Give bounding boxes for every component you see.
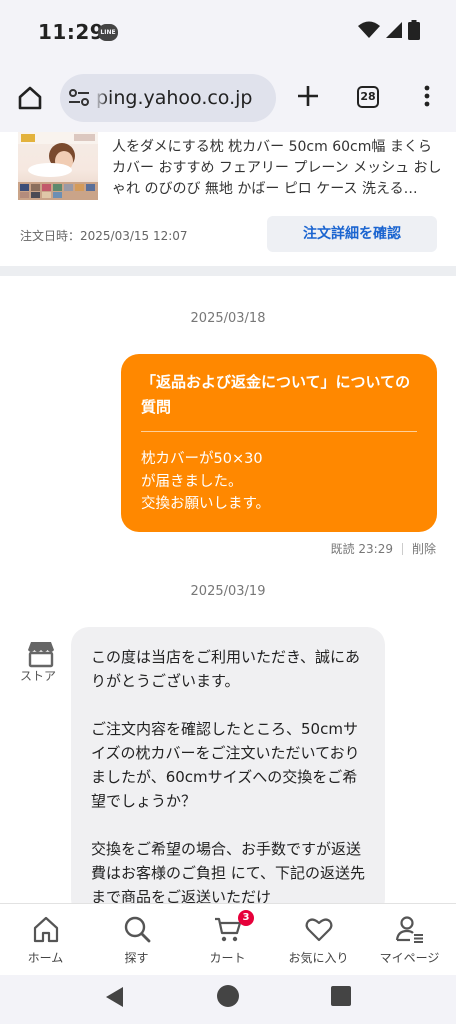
cart-badge: 3 bbox=[238, 910, 254, 926]
url-text: ping.yahoo.co.jp bbox=[96, 87, 253, 109]
order-detail-button[interactable]: 注文詳細を確認 bbox=[267, 216, 437, 252]
nav-cart-label: カート bbox=[209, 951, 246, 965]
status-icons bbox=[358, 20, 420, 40]
outgoing-message-bubble: 「返品および返金について」についての質問 枕カバーが50×30 が届きました。 … bbox=[121, 354, 437, 532]
browser-home-icon[interactable] bbox=[16, 84, 44, 112]
wifi-icon bbox=[358, 21, 380, 38]
bottom-navigation: ホーム 探す 3 カート お気に入り マイページ bbox=[0, 903, 456, 975]
browser-toolbar: ping.yahoo.co.jp 28 bbox=[0, 62, 456, 132]
meta-separator bbox=[401, 542, 403, 555]
cell-signal-icon bbox=[386, 22, 402, 38]
store-label: ストア bbox=[20, 669, 57, 683]
section-divider bbox=[0, 266, 456, 276]
nav-mypage-label: マイページ bbox=[379, 951, 440, 965]
status-bar: 11:29 LINE bbox=[0, 0, 456, 62]
bubble-divider bbox=[141, 431, 417, 432]
line-notification-icon: LINE bbox=[98, 24, 118, 41]
read-status: 既読 23:29 bbox=[330, 542, 393, 556]
nav-favorites[interactable]: お気に入り bbox=[273, 904, 364, 976]
nav-cart[interactable]: 3 カート bbox=[182, 904, 273, 976]
nav-home[interactable]: ホーム bbox=[0, 904, 91, 976]
nav-search-label: 探す bbox=[124, 951, 149, 965]
battery-icon bbox=[408, 20, 420, 40]
outgoing-message-body: 枕カバーが50×30 が届きました。 交換お願いします。 bbox=[141, 448, 421, 516]
home-circle-icon[interactable] bbox=[216, 984, 240, 1008]
outgoing-message-title: 「返品および返金について」についての質問 bbox=[141, 373, 411, 416]
product-image-icon bbox=[18, 132, 98, 200]
incoming-message-body: この度は当店をご利用いただき、誠にありがとうございます。 ご注文内容を確認したと… bbox=[91, 648, 366, 906]
status-time: 11:29 bbox=[38, 20, 105, 44]
back-icon[interactable] bbox=[104, 986, 124, 1008]
nav-home-label: ホーム bbox=[27, 951, 64, 965]
tab-switcher-button[interactable]: 28 bbox=[357, 86, 379, 108]
recents-icon[interactable] bbox=[331, 986, 351, 1006]
message-meta: 既読 23:29 削除 bbox=[331, 540, 436, 557]
product-thumbnail[interactable] bbox=[18, 132, 98, 200]
site-settings-icon[interactable] bbox=[68, 88, 90, 108]
date-separator: 2025/03/19 bbox=[190, 584, 266, 599]
incoming-message-bubble: この度は当店をご利用いただき、誠にありがとうございます。 ご注文内容を確認したと… bbox=[71, 627, 385, 917]
order-date: 注文日時：2025/03/15 12:07 bbox=[20, 229, 188, 243]
address-bar[interactable]: ping.yahoo.co.jp bbox=[60, 74, 276, 122]
new-tab-icon[interactable] bbox=[296, 84, 320, 108]
delete-link[interactable]: 削除 bbox=[412, 540, 436, 557]
system-navigation-bar bbox=[0, 975, 456, 1024]
product-title[interactable]: 人をダメにする枕 枕カバー 50cm 60cm幅 まくらカバー おすすめ フェア… bbox=[112, 137, 442, 200]
nav-favorites-label: お気に入り bbox=[288, 951, 349, 965]
nav-mypage[interactable]: マイページ bbox=[364, 904, 455, 976]
search-icon bbox=[124, 916, 151, 943]
home-icon bbox=[33, 916, 59, 943]
more-menu-icon[interactable] bbox=[418, 84, 436, 108]
heart-icon bbox=[305, 918, 333, 942]
url-fade bbox=[94, 74, 108, 122]
outgoing-line: 枕カバーが50×30 が届きました。 交換お願いします。 bbox=[141, 451, 271, 512]
store-icon bbox=[28, 642, 54, 668]
nav-search[interactable]: 探す bbox=[91, 904, 182, 976]
person-icon bbox=[395, 916, 423, 943]
date-separator: 2025/03/18 bbox=[190, 311, 266, 326]
